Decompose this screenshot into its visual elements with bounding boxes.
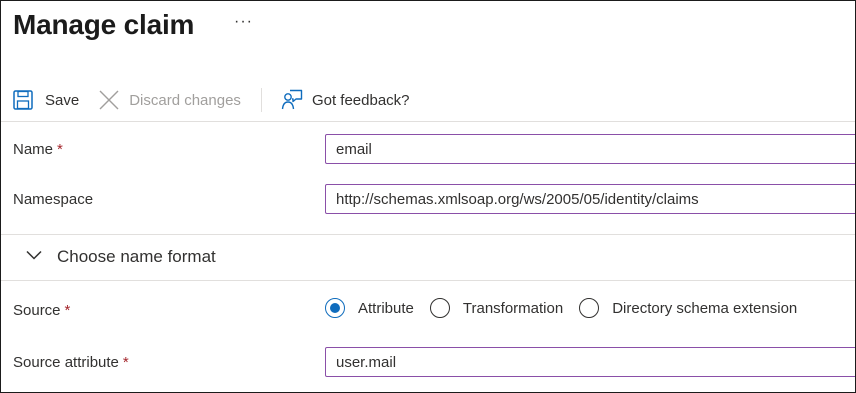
source-radio-transformation[interactable]: Transformation: [429, 298, 564, 318]
command-bar: Save Discard changes Got feedback?: [13, 85, 410, 115]
save-button[interactable]: Save: [13, 85, 79, 115]
source-radio-attribute[interactable]: Attribute: [325, 298, 414, 318]
source-field-label: Source *: [13, 302, 70, 319]
toolbar-divider: [260, 88, 262, 112]
section-divider-top: [1, 234, 855, 235]
discard-changes-label: Discard changes: [129, 91, 241, 109]
discard-changes-button[interactable]: Discard changes: [99, 85, 241, 115]
source-attribute-input[interactable]: [325, 347, 855, 377]
radio-label: Attribute: [358, 299, 414, 317]
radio-checked-icon: [325, 298, 345, 318]
choose-name-format-label: Choose name format: [57, 247, 216, 266]
source-attribute-label-text: Source attribute: [13, 354, 119, 371]
namespace-field-label: Namespace: [13, 191, 93, 208]
required-marker: *: [64, 302, 71, 319]
save-icon: [13, 90, 33, 110]
toolbar-divider-line: [1, 121, 855, 122]
name-field-label: Name *: [13, 141, 63, 158]
radio-label: Directory schema extension: [612, 299, 798, 317]
page-title: Manage claim: [13, 9, 195, 40]
title-row: Manage claim: [13, 5, 194, 45]
feedback-label: Got feedback?: [311, 91, 410, 109]
source-label-text: Source: [13, 302, 61, 319]
more-horizontal-icon[interactable]: ···: [234, 13, 253, 31]
save-label: Save: [45, 91, 80, 109]
choose-name-format-toggle[interactable]: Choose name format: [25, 241, 216, 273]
manage-claim-panel: Manage claim ··· Save Discard changes Go…: [0, 0, 856, 393]
section-divider-bottom: [1, 280, 855, 281]
radio-label: Transformation: [462, 299, 564, 317]
namespace-input[interactable]: [325, 184, 855, 214]
feedback-button[interactable]: Got feedback?: [281, 85, 410, 115]
source-radio-directory-schema-extension[interactable]: Directory schema extension: [579, 298, 797, 318]
radio-unchecked-icon: [429, 298, 450, 318]
namespace-label-text: Namespace: [13, 191, 94, 208]
required-marker: *: [57, 141, 63, 158]
feedback-icon: [281, 89, 303, 111]
close-icon: [99, 90, 119, 110]
source-radio-group: Attribute Transformation Directory schem…: [325, 295, 813, 321]
source-attribute-field-label: Source attribute *: [13, 354, 129, 371]
name-label-text: Name: [13, 141, 54, 158]
radio-unchecked-icon: [579, 298, 600, 318]
name-input[interactable]: [325, 134, 855, 164]
chevron-down-icon: [25, 246, 43, 269]
required-marker: *: [122, 354, 129, 371]
